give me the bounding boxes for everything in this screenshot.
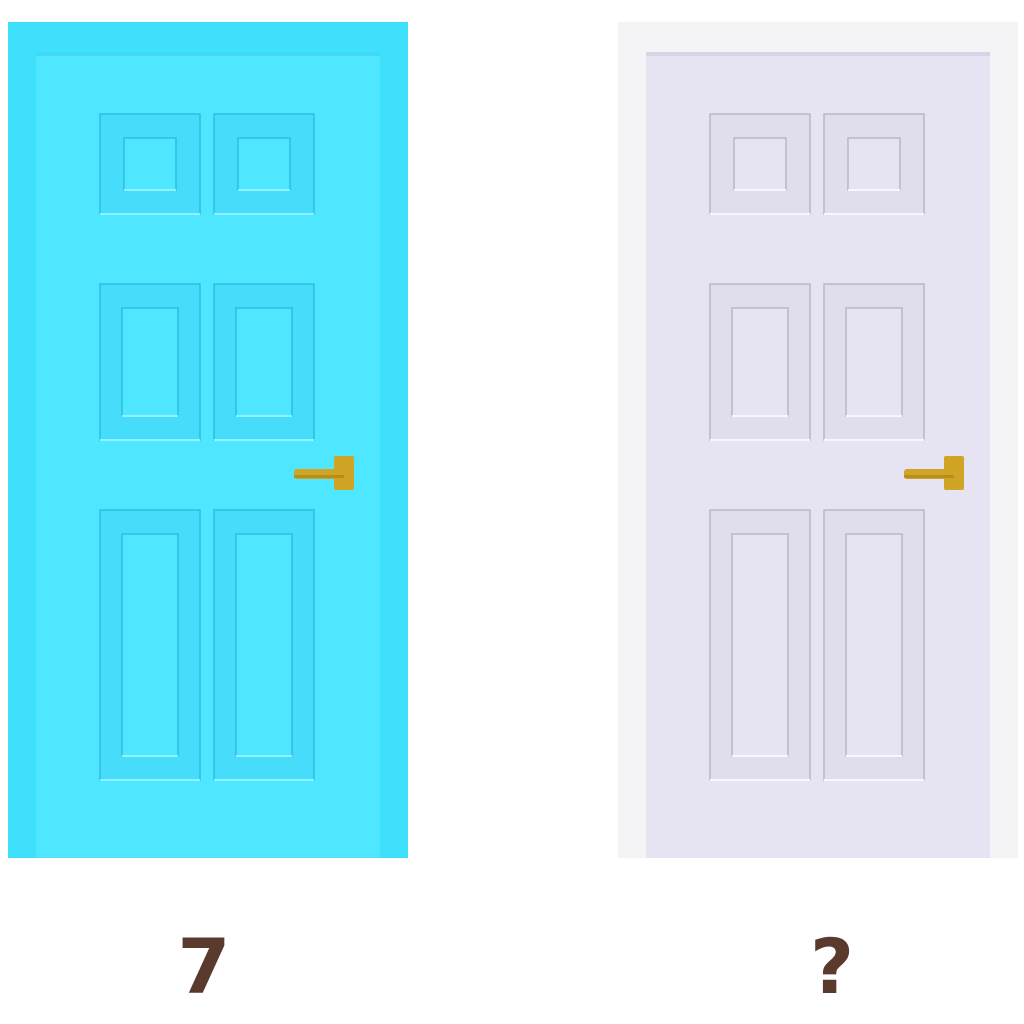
right-door-panel (823, 509, 925, 781)
right-door-slab (646, 52, 990, 858)
right-door-panel (709, 283, 811, 441)
right-door-panel (823, 113, 925, 215)
left-door (8, 22, 408, 858)
right-door-panel (709, 113, 811, 215)
right-door-question-mark: ? (809, 922, 855, 1011)
left-door-panel (213, 509, 315, 781)
right-door-illustration (618, 22, 1018, 858)
right-door-top-shade (646, 52, 990, 56)
right-door-panel (823, 283, 925, 441)
left-door-panel (213, 113, 315, 215)
left-door-top-shade (36, 52, 380, 56)
left-door-panel (213, 283, 315, 441)
left-door-number: 7 (177, 922, 231, 1011)
right-door-panel (709, 509, 811, 781)
left-door-panel (99, 509, 201, 781)
left-door-illustration (8, 22, 408, 858)
right-door (618, 22, 1018, 858)
left-door-slab (36, 52, 380, 858)
left-door-panel (99, 283, 201, 441)
left-door-panel (99, 113, 201, 215)
